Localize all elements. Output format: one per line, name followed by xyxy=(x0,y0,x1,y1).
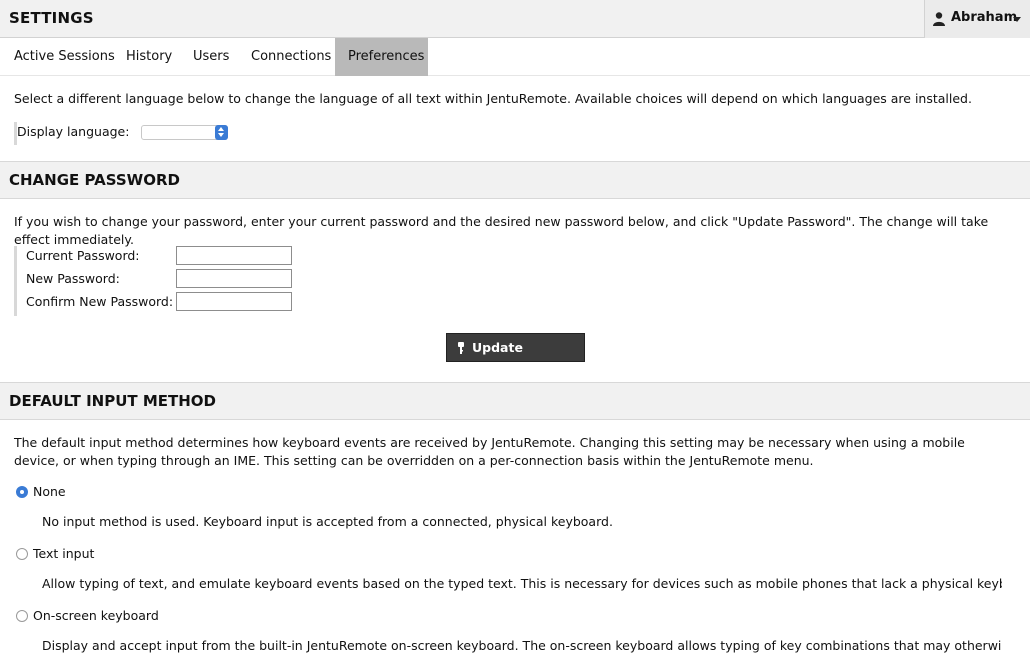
radio-text-input[interactable] xyxy=(16,548,28,560)
new-password-input[interactable] xyxy=(176,269,292,288)
language-intro: Select a different language below to cha… xyxy=(14,91,972,106)
current-password-input[interactable] xyxy=(176,246,292,265)
radio-none[interactable] xyxy=(16,486,28,498)
user-menu[interactable]: Abraham xyxy=(924,0,1030,38)
current-password-label: Current Password: xyxy=(26,248,140,263)
radio-onscreen-keyboard-label[interactable]: On-screen keyboard xyxy=(33,608,159,623)
language-field: Display language: xyxy=(14,122,129,145)
confirm-password-row: Confirm New Password: xyxy=(26,292,304,315)
update-password-label: Update Password xyxy=(472,340,540,382)
tab-connections[interactable]: Connections xyxy=(238,38,344,76)
new-password-row: New Password: xyxy=(26,269,304,292)
radio-text-input-label[interactable]: Text input xyxy=(33,546,94,561)
input-method-intro: The default input method determines how … xyxy=(14,435,965,468)
key-icon xyxy=(458,342,464,354)
tab-preferences[interactable]: Preferences xyxy=(335,38,428,76)
input-method-header: DEFAULT INPUT METHOD xyxy=(0,382,1030,420)
chevron-down-icon xyxy=(1013,17,1021,22)
update-password-button[interactable]: Update Password xyxy=(446,333,585,382)
input-method-title: DEFAULT INPUT METHOD xyxy=(9,392,217,410)
radio-none-description: No input method is used. Keyboard input … xyxy=(42,514,613,529)
tab-history[interactable]: History xyxy=(113,38,185,76)
select-arrows-icon xyxy=(215,125,228,140)
settings-tabs: Active Sessions History Users Connection… xyxy=(0,38,1030,76)
confirm-password-label: Confirm New Password: xyxy=(26,294,174,309)
user-name: Abraham xyxy=(951,10,1018,25)
change-password-title: CHANGE PASSWORD xyxy=(9,171,180,189)
tab-users[interactable]: Users xyxy=(180,38,242,76)
tab-active-sessions[interactable]: Active Sessions xyxy=(1,38,128,76)
display-language-select[interactable] xyxy=(141,125,228,140)
confirm-password-input[interactable] xyxy=(176,292,292,311)
password-intro: If you wish to change your password, ent… xyxy=(14,214,989,247)
radio-none-label[interactable]: None xyxy=(33,484,66,499)
radio-onscreen-keyboard[interactable] xyxy=(16,610,28,622)
page-title: SETTINGS xyxy=(9,9,94,27)
new-password-label: New Password: xyxy=(26,271,120,286)
radio-onscreen-keyboard-description: Display and accept input from the built-… xyxy=(42,638,1002,653)
user-icon xyxy=(933,12,945,26)
change-password-header: CHANGE PASSWORD xyxy=(0,161,1030,199)
top-bar: SETTINGS Abraham xyxy=(0,0,1030,38)
current-password-row: Current Password: xyxy=(26,246,304,269)
radio-text-input-description: Allow typing of text, and emulate keyboa… xyxy=(42,576,1002,591)
display-language-label: Display language: xyxy=(17,124,130,139)
password-fields: Current Password: New Password: Confirm … xyxy=(14,246,304,316)
